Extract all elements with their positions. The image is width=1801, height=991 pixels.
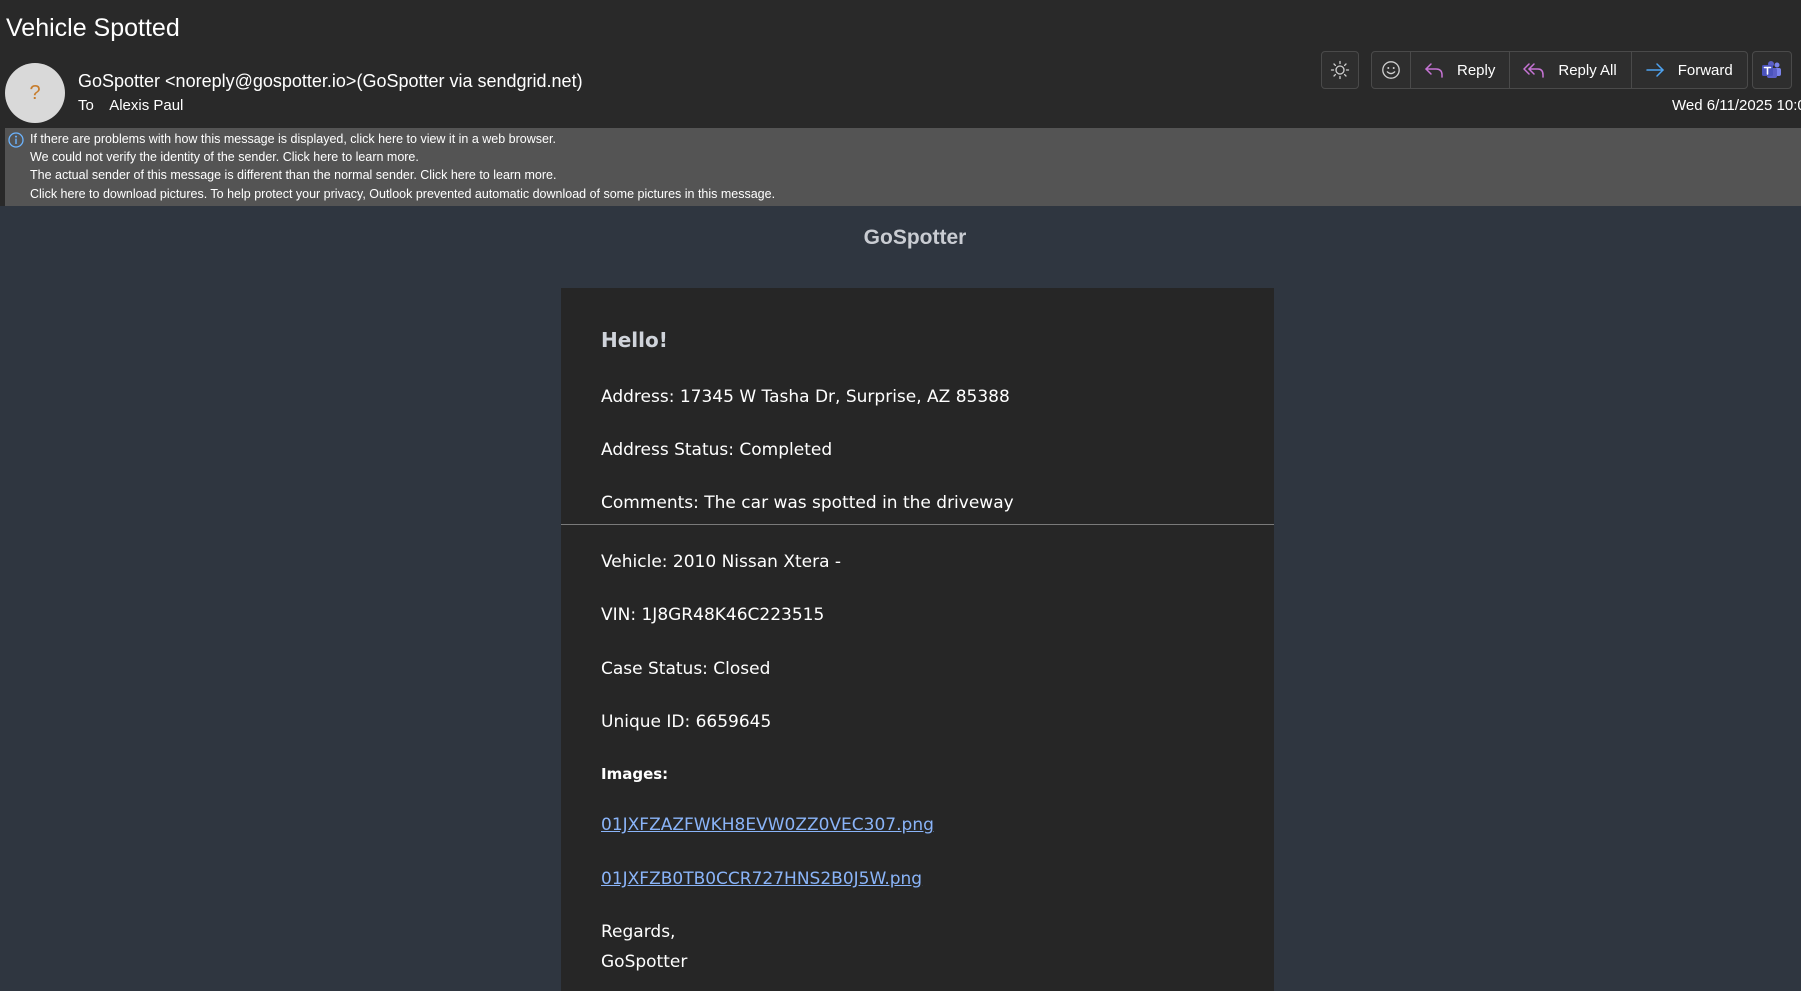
recipient-line: To Alexis Paul (78, 97, 183, 114)
message-date: Wed 6/11/2025 10:0 (1672, 97, 1801, 114)
to-label: To (78, 97, 94, 114)
reply-all-icon (1523, 63, 1545, 78)
message-actions: Reply Reply All Forward (1371, 51, 1748, 89)
theme-toggle-button[interactable] (1321, 51, 1359, 89)
reply-all-button[interactable]: Reply All (1510, 52, 1632, 88)
comments-line: Comments: The car was spotted in the dri… (601, 493, 1014, 513)
image-link[interactable]: 01JXFZB0TB0CCR727HNS2B0J5W.png (601, 869, 922, 889)
emoji-icon (1382, 61, 1400, 79)
reply-button[interactable]: Reply (1411, 52, 1511, 88)
reply-all-label: Reply All (1558, 61, 1617, 79)
emoji-button[interactable] (1372, 52, 1411, 88)
forward-icon (1645, 63, 1664, 77)
forward-label: Forward (1677, 61, 1733, 79)
forward-button[interactable]: Forward (1632, 52, 1747, 88)
reply-icon (1425, 63, 1443, 78)
recipient-name[interactable]: Alexis Paul (109, 97, 183, 114)
address-status-line: Address Status: Completed (601, 440, 833, 460)
reply-label: Reply (1457, 61, 1496, 79)
teams-button[interactable] (1752, 51, 1792, 89)
avatar-glyph: ? (29, 81, 41, 104)
vin-line: VIN: 1J8GR48K46C223515 (601, 605, 825, 625)
message-header: Vehicle Spotted ? GoSpotter <noreply@gos… (0, 0, 1801, 128)
teams-icon (1762, 61, 1781, 78)
vehicle-line: Vehicle: 2010 Nissan Xtera - (601, 552, 842, 572)
info-icon (8, 132, 24, 148)
info-line-sender[interactable]: The actual sender of this message is dif… (30, 166, 775, 184)
info-bar: If there are problems with how this mess… (5, 128, 1801, 206)
greeting: Hello! (601, 328, 668, 352)
brand-title: GoSpotter (863, 226, 967, 249)
image-link[interactable]: 01JXFZAZFWKH8EVW0ZZ0VEC307.png (601, 815, 934, 835)
address-line: Address: 17345 W Tasha Dr, Surprise, AZ … (601, 387, 1010, 407)
message-body: GoSpotter Hello! Address: 17345 W Tasha … (0, 206, 1801, 991)
signature-line: GoSpotter (601, 952, 688, 972)
sender-avatar[interactable]: ? (5, 63, 65, 123)
sender-line[interactable]: GoSpotter <noreply@gospotter.io>(GoSpott… (78, 71, 583, 92)
info-line-pictures[interactable]: Click here to download pictures. To help… (30, 185, 775, 203)
message-subject: Vehicle Spotted (6, 14, 180, 42)
info-lines: If there are problems with how this mess… (30, 130, 775, 203)
message-card: Hello! Address: 17345 W Tasha Dr, Surpri… (561, 288, 1274, 991)
case-status-line: Case Status: Closed (601, 659, 771, 679)
images-label: Images: (601, 765, 669, 783)
info-line-browser[interactable]: If there are problems with how this mess… (30, 130, 775, 148)
sun-icon (1330, 60, 1350, 80)
info-line-identity[interactable]: We could not verify the identity of the … (30, 148, 775, 166)
regards-line: Regards, (601, 922, 676, 942)
unique-id-line: Unique ID: 6659645 (601, 712, 772, 732)
section-divider (561, 524, 1274, 525)
